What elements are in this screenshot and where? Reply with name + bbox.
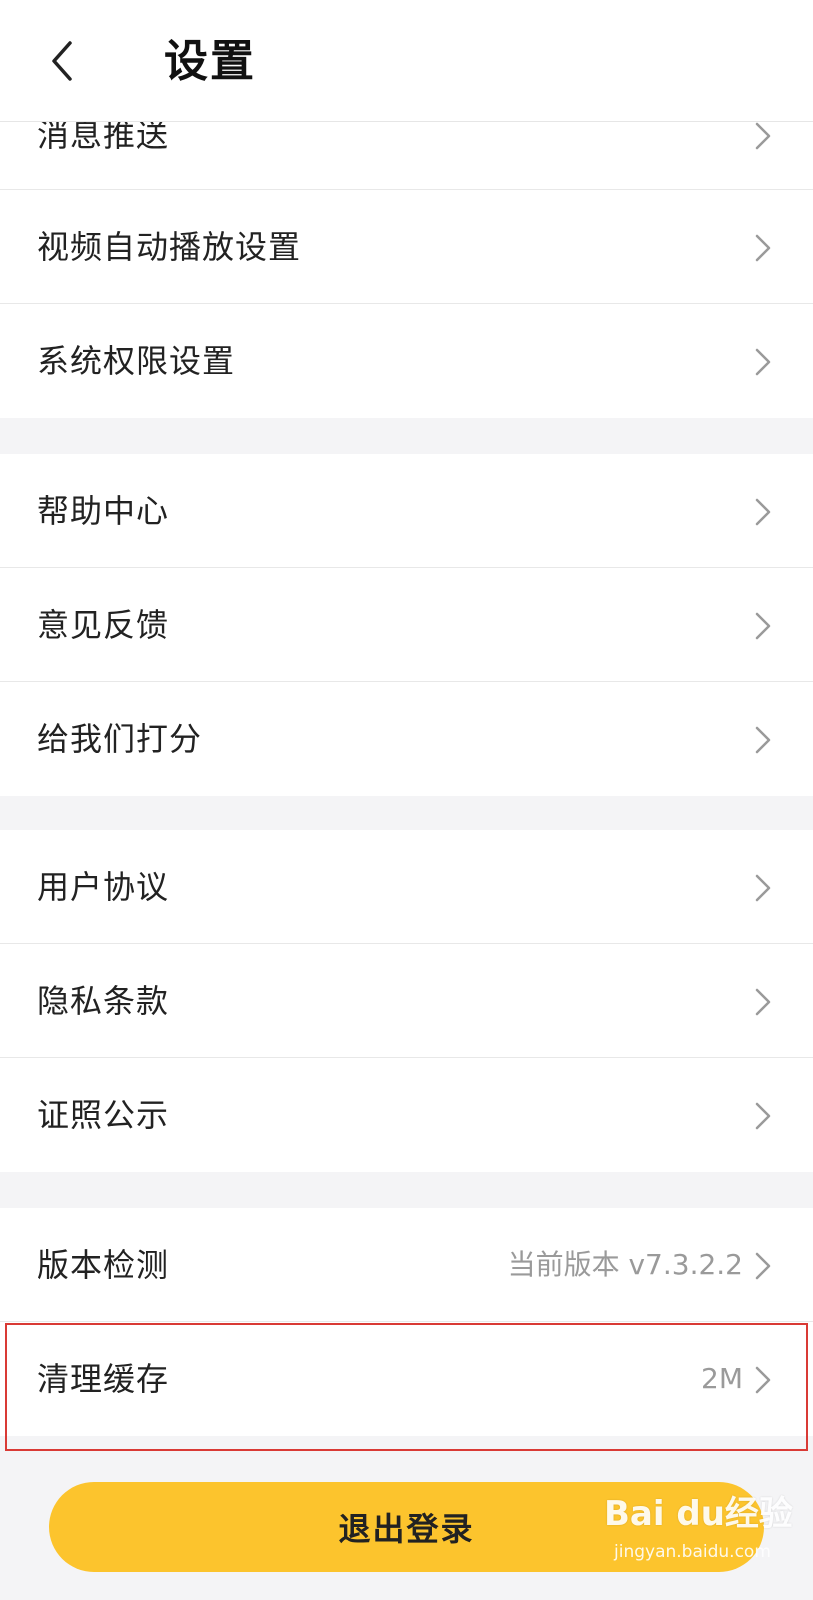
setting-label: 视频自动播放设置 <box>37 228 302 266</box>
chevron-right-icon <box>755 234 771 262</box>
watermark: Bai du经验 jingyan.baidu.com <box>604 1486 794 1586</box>
chevron-right-icon <box>755 726 771 754</box>
chevron-left-icon <box>52 41 72 81</box>
logout-label: 退出登录 <box>338 1510 475 1548</box>
cache-size-value: 2M <box>701 1362 743 1395</box>
current-version-value: 当前版本 v7.3.2.2 <box>507 1248 743 1281</box>
settings-group-legal: 用户协议 隐私条款 证照公示 <box>0 830 813 1172</box>
chevron-right-icon <box>755 874 771 902</box>
watermark-url: jingyan.baidu.com <box>614 1542 771 1562</box>
setting-row-permissions[interactable]: 系统权限设置 <box>0 304 813 418</box>
setting-row-clear-cache[interactable]: 清理缓存 2M <box>0 1322 813 1436</box>
chevron-right-icon <box>755 1252 771 1280</box>
setting-row-help-center[interactable]: 帮助中心 <box>0 454 813 568</box>
setting-row-autoplay[interactable]: 视频自动播放设置 <box>0 190 813 304</box>
back-button[interactable] <box>40 36 84 86</box>
setting-row-rate-us[interactable]: 给我们打分 <box>0 682 813 796</box>
setting-label: 意见反馈 <box>37 606 170 644</box>
chevron-right-icon <box>755 498 771 526</box>
settings-group-app: 版本检测 当前版本 v7.3.2.2 清理缓存 2M <box>0 1208 813 1436</box>
setting-row-version-check[interactable]: 版本检测 当前版本 v7.3.2.2 <box>0 1208 813 1322</box>
chevron-right-icon <box>755 1102 771 1130</box>
chevron-right-icon <box>755 612 771 640</box>
setting-label: 版本检测 <box>37 1246 170 1284</box>
chevron-right-icon <box>755 988 771 1016</box>
setting-label: 用户协议 <box>37 868 170 906</box>
chevron-right-icon <box>755 348 771 376</box>
setting-row-feedback[interactable]: 意见反馈 <box>0 568 813 682</box>
setting-row-privacy-policy[interactable]: 隐私条款 <box>0 944 813 1058</box>
settings-group-help: 帮助中心 意见反馈 给我们打分 <box>0 454 813 796</box>
setting-label: 隐私条款 <box>37 982 170 1020</box>
settings-group-notifications: 消息推送 视频自动播放设置 系统权限设置 <box>0 78 813 418</box>
setting-label: 证照公示 <box>37 1096 170 1134</box>
setting-label: 帮助中心 <box>37 492 170 530</box>
setting-row-user-agreement[interactable]: 用户协议 <box>0 830 813 944</box>
chevron-right-icon <box>755 122 771 150</box>
setting-label: 系统权限设置 <box>37 342 236 380</box>
setting-label: 给我们打分 <box>37 720 203 758</box>
setting-row-licenses[interactable]: 证照公示 <box>0 1058 813 1172</box>
chevron-right-icon <box>755 1366 771 1394</box>
header-bar: 设置 <box>0 0 813 122</box>
setting-label: 清理缓存 <box>37 1360 170 1398</box>
page-title: 设置 <box>164 36 256 87</box>
watermark-logo: Bai du经验 <box>604 1494 793 1534</box>
